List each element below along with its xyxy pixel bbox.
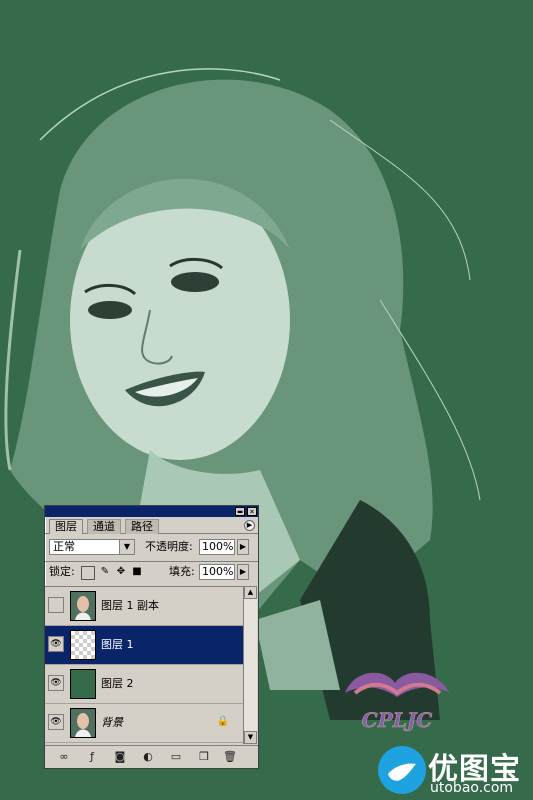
palette-bottom-bar: ∞ ƒ ◙ ◐ ▭ ❐ 🗑 bbox=[45, 745, 258, 768]
blend-mode-select[interactable]: 正常 ▼ bbox=[49, 539, 135, 555]
layer-name: 图层 2 bbox=[101, 677, 134, 690]
layer-row-selected[interactable]: 👁 图层 1 bbox=[45, 626, 243, 665]
blend-mode-value: 正常 bbox=[53, 540, 75, 553]
lock-move-icon[interactable]: ✥ bbox=[115, 566, 127, 578]
layer-name: 图层 1 bbox=[101, 638, 134, 651]
cpljc-logo: CPLJC bbox=[335, 663, 460, 743]
opacity-label: 不透明度: bbox=[145, 540, 193, 553]
visibility-toggle[interactable] bbox=[48, 597, 64, 613]
palette-menu-icon[interactable]: ▶ bbox=[244, 520, 255, 531]
lock-transparency-icon[interactable] bbox=[81, 566, 95, 580]
layer-row[interactable]: 图层 1 副本 bbox=[45, 587, 243, 626]
layers-scrollbar[interactable]: ▲ ▼ bbox=[243, 586, 257, 744]
adjustment-icon[interactable]: ◐ bbox=[141, 750, 155, 764]
layers-list: 图层 1 副本 👁 图层 1 👁 图层 2 👁 背景 🔒 bbox=[45, 586, 243, 745]
lock-brush-icon[interactable]: ✎ bbox=[99, 566, 111, 578]
bird-icon bbox=[378, 746, 426, 794]
link-icon[interactable]: ∞ bbox=[57, 750, 71, 764]
layer-name: 图层 1 副本 bbox=[101, 599, 159, 612]
layer-thumbnail bbox=[70, 669, 96, 699]
logo-text: CPLJC bbox=[362, 708, 432, 732]
eye-icon[interactable]: 👁 bbox=[48, 714, 64, 730]
minimize-icon[interactable]: ▬ bbox=[235, 507, 245, 516]
fill-label: 填充: bbox=[169, 565, 195, 578]
layer-name: 背景 bbox=[101, 716, 123, 729]
opacity-input[interactable]: 100% bbox=[199, 539, 235, 555]
chevron-down-icon: ▼ bbox=[119, 540, 134, 554]
eye-icon[interactable]: 👁 bbox=[48, 636, 64, 652]
trash-icon[interactable]: 🗑 bbox=[223, 750, 237, 764]
lock-icon: 🔒 bbox=[216, 716, 229, 727]
mask-icon[interactable]: ◙ bbox=[113, 750, 127, 764]
layer-thumbnail bbox=[70, 591, 96, 621]
lock-label: 锁定: bbox=[49, 565, 75, 578]
tab-paths[interactable]: 路径 bbox=[125, 519, 159, 534]
new-layer-icon[interactable]: ❐ bbox=[197, 750, 211, 764]
opacity-slider-button[interactable]: ▶ bbox=[237, 539, 249, 555]
lock-all-icon[interactable]: ■ bbox=[131, 566, 143, 578]
layer-row[interactable]: 👁 背景 🔒 bbox=[45, 704, 243, 743]
palette-titlebar[interactable]: ▬ × bbox=[45, 506, 258, 517]
scroll-down-icon[interactable]: ▼ bbox=[244, 731, 257, 744]
palette-tabs: 图层 通道 路径 ▶ bbox=[45, 517, 258, 534]
folder-icon[interactable]: ▭ bbox=[169, 750, 183, 764]
tab-layers[interactable]: 图层 bbox=[49, 519, 83, 534]
fill-slider-button[interactable]: ▶ bbox=[237, 564, 249, 580]
layer-thumbnail bbox=[70, 630, 96, 660]
brand-url: utobao.com bbox=[430, 780, 514, 796]
layer-row[interactable]: 👁 图层 2 bbox=[45, 665, 243, 704]
eye-icon[interactable]: 👁 bbox=[48, 675, 64, 691]
layers-palette: ▬ × 图层 通道 路径 ▶ 正常 ▼ 不透明度: 100% ▶ 锁定: ✎ ✥… bbox=[44, 505, 259, 769]
layer-style-icon[interactable]: ƒ bbox=[85, 750, 99, 764]
tab-channels[interactable]: 通道 bbox=[87, 519, 121, 534]
brand-watermark: 优图宝 utobao.com bbox=[378, 742, 533, 800]
scroll-up-icon[interactable]: ▲ bbox=[244, 586, 257, 599]
layer-thumbnail bbox=[70, 708, 96, 738]
fill-input[interactable]: 100% bbox=[199, 564, 235, 580]
close-icon[interactable]: × bbox=[247, 507, 257, 516]
